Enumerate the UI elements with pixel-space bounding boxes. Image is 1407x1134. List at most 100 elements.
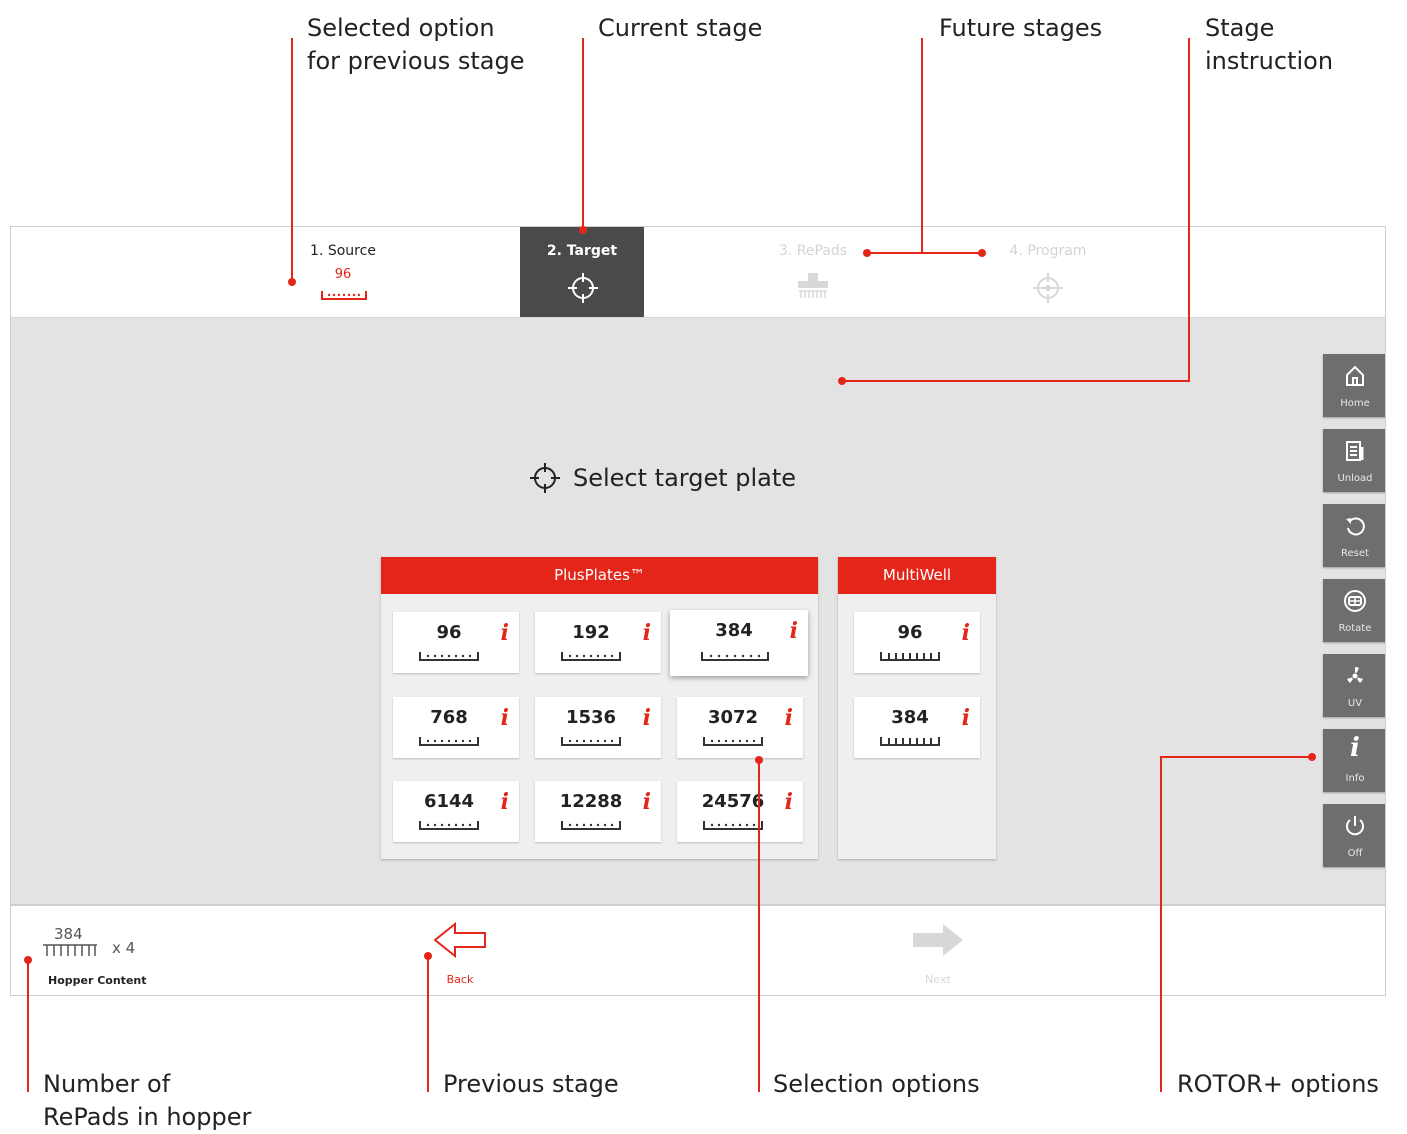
option-value: 192	[572, 622, 610, 643]
repad-icon	[43, 944, 97, 956]
option-value: 384	[715, 620, 753, 641]
multiwell-plate-icon	[880, 737, 940, 746]
callout-future-stages: Future stages	[939, 14, 1103, 42]
info-icon[interactable]: i	[643, 620, 651, 646]
stage-repads-label: 3. RePads	[778, 243, 848, 259]
sidebar-label: UV	[1347, 698, 1363, 709]
multiwell-plate-icon	[880, 652, 940, 661]
target-option-1536[interactable]: 1536 i	[535, 697, 661, 758]
option-value: 6144	[423, 791, 475, 812]
sidebar-info-button[interactable]: i Info	[1323, 729, 1385, 792]
sidebar-label: Rotate	[1338, 623, 1372, 634]
multiwell-option-96[interactable]: 96 i	[854, 612, 980, 673]
info-icon[interactable]: i	[643, 705, 651, 731]
power-icon	[1346, 816, 1364, 836]
option-value: 24576	[701, 791, 765, 812]
callout-selected-previous: Selected option for previous stage	[307, 14, 525, 75]
callout-stage-instruction: Stage instruction	[1205, 14, 1334, 75]
plate-icon	[561, 821, 621, 830]
info-icon[interactable]: i	[962, 620, 970, 646]
callout-selection-options: Selection options	[773, 1070, 980, 1098]
plate-icon	[321, 291, 367, 300]
stage-program-label: 4. Program	[1009, 243, 1087, 259]
plate-icon	[561, 652, 621, 661]
plate-icon	[703, 821, 763, 830]
sidebar-uv-button[interactable]: UV	[1323, 654, 1385, 717]
option-value: 3072	[707, 707, 759, 728]
plate-icon	[703, 737, 763, 746]
option-value: 1536	[565, 707, 617, 728]
info-icon[interactable]: i	[790, 618, 798, 644]
arrow-left-icon	[433, 922, 486, 958]
info-icon[interactable]: i	[643, 789, 651, 815]
rotor-app-screen: 1. Source 96 2. Target 3. RePads 4. Prog…	[10, 226, 1386, 996]
back-label: Back	[446, 973, 474, 986]
target-option-3072[interactable]: 3072 i	[677, 697, 803, 758]
sidebar-home-button[interactable]: Home	[1323, 354, 1385, 417]
sidebar-unload-button[interactable]: Unload	[1323, 429, 1385, 492]
sidebar-label: Unload	[1337, 473, 1373, 484]
hopper-label: Hopper Content	[48, 974, 147, 987]
option-value: 96	[897, 622, 923, 643]
info-icon[interactable]: i	[501, 705, 509, 731]
plate-icon	[419, 821, 479, 830]
info-icon[interactable]: i	[962, 705, 970, 731]
option-group-title: PlusPlates™	[381, 557, 818, 594]
next-label: Next	[925, 973, 951, 986]
info-icon[interactable]: i	[785, 705, 793, 731]
option-value: 96	[436, 622, 462, 643]
target-option-24576[interactable]: 24576 i	[677, 781, 803, 842]
target-option-6144[interactable]: 6144 i	[393, 781, 519, 842]
sidebar-off-button[interactable]: Off	[1323, 804, 1385, 867]
main-content: Select target plate PlusPlates™ MultiWel…	[11, 318, 1385, 904]
stage-source-selected-value: 96	[334, 267, 352, 282]
target-option-192[interactable]: 192 i	[535, 612, 661, 673]
callout-rotor-options: ROTOR+ options	[1177, 1070, 1379, 1098]
hopper-value: 384	[54, 925, 83, 943]
sidebar-label: Home	[1340, 398, 1370, 409]
info-icon[interactable]: i	[501, 789, 509, 815]
option-group-title: MultiWell	[838, 557, 996, 594]
sidebar-reset-button[interactable]: Reset	[1323, 504, 1385, 567]
reset-icon	[1346, 517, 1365, 536]
stage-source[interactable]: 1. Source 96	[281, 227, 405, 317]
info-icon[interactable]: i	[785, 789, 793, 815]
crosshair-icon	[530, 463, 560, 493]
stage-program: 4. Program	[986, 227, 1110, 317]
home-icon	[1346, 365, 1364, 386]
multiwell-option-384[interactable]: 384 i	[854, 697, 980, 758]
target-option-384[interactable]: 384 i	[670, 610, 808, 676]
stage-target-label: 2. Target	[546, 243, 618, 259]
option-value: 384	[891, 707, 929, 728]
stage-instruction-text: Select target plate	[573, 464, 797, 492]
sidebar-rotate-button[interactable]: Rotate	[1323, 579, 1385, 642]
stage-bar: 1. Source 96 2. Target 3. RePads 4. Prog…	[11, 227, 1385, 318]
uv-icon	[1347, 667, 1363, 683]
target-option-96[interactable]: 96 i	[393, 612, 519, 673]
target-option-12288[interactable]: 12288 i	[535, 781, 661, 842]
back-button[interactable]: Back	[431, 922, 489, 986]
repad-icon	[798, 273, 828, 298]
target-option-768[interactable]: 768 i	[393, 697, 519, 758]
bottom-bar: 384 x 4 Hopper Content Back Next	[11, 904, 1385, 995]
info-icon[interactable]: i	[501, 620, 509, 646]
sidebar-label: Info	[1345, 773, 1365, 784]
stage-source-label: 1. Source	[310, 243, 376, 259]
option-value: 768	[430, 707, 468, 728]
info-icon: i	[1350, 733, 1360, 763]
plate-icon	[419, 737, 479, 746]
crosshair-icon	[568, 273, 598, 303]
sidebar-label: Reset	[1341, 548, 1369, 559]
option-value: 12288	[559, 791, 623, 812]
unload-icon	[1346, 441, 1364, 461]
plate-icon	[701, 652, 769, 661]
program-icon	[1033, 273, 1063, 303]
stage-target[interactable]: 2. Target	[520, 227, 644, 317]
rotate-icon	[1344, 590, 1366, 612]
next-button: Next	[909, 922, 967, 986]
sidebar-label: Off	[1347, 848, 1363, 859]
plate-icon	[419, 652, 479, 661]
plate-icon	[561, 737, 621, 746]
hopper-count: x 4	[112, 939, 136, 957]
callout-repads-in-hopper: Number of RePads in hopper	[43, 1070, 252, 1131]
